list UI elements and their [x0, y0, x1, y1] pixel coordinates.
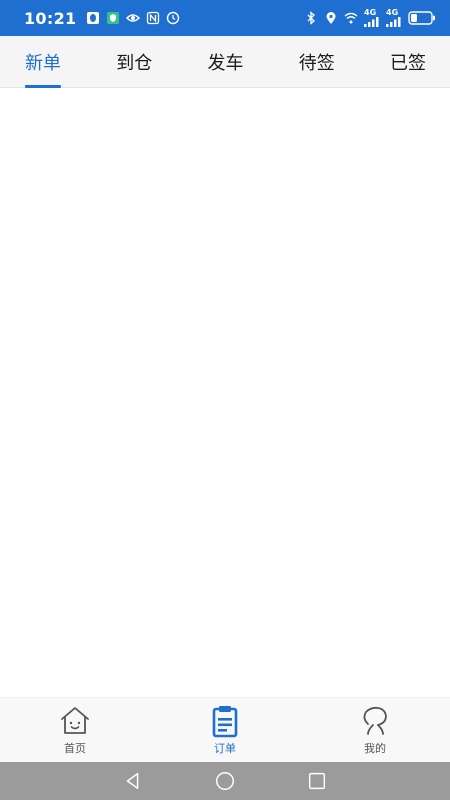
order-status-tabs: 新单 到仓 发车 待签 已签: [0, 36, 450, 88]
nav-orders-label: 订单: [214, 742, 236, 755]
tab-arrived-warehouse[interactable]: 到仓: [116, 36, 152, 88]
nav-mine-label: 我的: [364, 742, 386, 755]
nfc-icon: [146, 11, 160, 25]
clock-app-icon: [166, 11, 180, 25]
system-navigation-bar: [0, 762, 450, 800]
status-bar: 10:21 4G 4G: [0, 0, 450, 36]
shield-app-icon: [106, 11, 120, 25]
nav-home[interactable]: 首页: [15, 698, 135, 763]
bluetooth-icon: [304, 11, 318, 25]
bottom-navigation: 首页 订单 我的: [0, 697, 450, 762]
tab-pending-sign[interactable]: 待签: [299, 36, 335, 88]
clipboard-icon: [208, 704, 242, 738]
profile-icon: [358, 704, 392, 738]
tab-signed[interactable]: 已签: [390, 36, 426, 88]
qq-icon: [86, 11, 100, 25]
network-type-label: 4G: [364, 8, 377, 17]
nav-mine[interactable]: 我的: [315, 698, 435, 763]
signal-1: 4G: [364, 9, 380, 27]
order-list-area: [0, 88, 450, 697]
home-icon: [58, 704, 92, 738]
status-left: 10:21: [24, 9, 180, 28]
app-screen: 10:21 4G 4G 新单 到仓 发车 待签 已签 首页 订单 我的: [0, 0, 450, 800]
status-right: 4G 4G: [304, 9, 436, 27]
recents-icon[interactable]: [305, 769, 329, 793]
tab-dispatched[interactable]: 发车: [208, 36, 244, 88]
network-type-label: 4G: [386, 8, 399, 17]
battery-icon: [408, 11, 436, 25]
status-time: 10:21: [24, 8, 77, 28]
signal-icon: [386, 17, 401, 27]
home-circle-icon[interactable]: [213, 769, 237, 793]
wifi-icon: [344, 11, 358, 25]
eye-icon: [126, 11, 141, 25]
location-icon: [324, 11, 338, 25]
back-icon[interactable]: [121, 769, 145, 793]
signal-icon: [364, 17, 379, 27]
nav-orders[interactable]: 订单: [165, 698, 285, 763]
nav-home-label: 首页: [64, 742, 86, 755]
signal-2: 4G: [386, 9, 402, 27]
tab-new-orders[interactable]: 新单: [25, 36, 61, 88]
